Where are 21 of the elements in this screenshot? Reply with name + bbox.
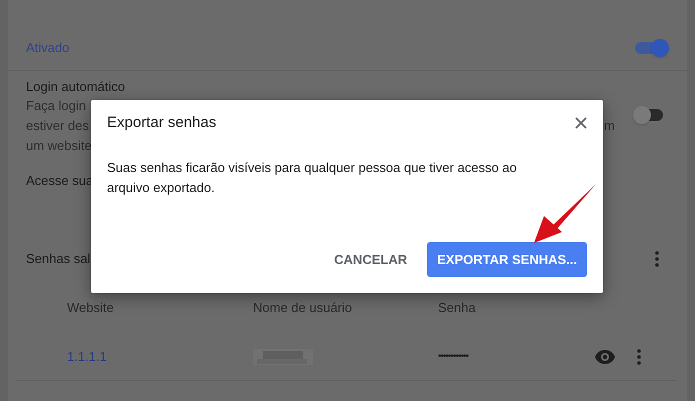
- setting-description: estiver des: [26, 117, 89, 135]
- dialog-title: Exportar senhas: [107, 112, 216, 133]
- export-button[interactable]: EXPORTAR SENHAS...: [427, 242, 587, 277]
- more-icon[interactable]: [637, 348, 641, 364]
- toggle-switch[interactable]: [635, 38, 669, 58]
- password-value: ••••••••••••: [438, 350, 470, 364]
- setting-description: um website: [26, 137, 92, 155]
- website-link[interactable]: 1.1.1.1: [67, 346, 253, 366]
- section-heading: Senhas sal: [26, 250, 90, 268]
- column-header: Nome de usuário: [253, 299, 353, 318]
- setting-title: Login automático: [26, 78, 126, 96]
- enabled-label: Ativado: [26, 39, 70, 58]
- setting-description: Faça login: [26, 97, 86, 115]
- close-icon[interactable]: [575, 117, 587, 129]
- eye-icon[interactable]: [595, 350, 615, 364]
- setting-description: m: [604, 117, 615, 135]
- column-header: Website: [67, 299, 115, 318]
- cancel-button[interactable]: CANCELAR: [326, 242, 416, 277]
- more-icon[interactable]: [655, 251, 659, 267]
- column-header: Senha: [438, 299, 477, 318]
- dialog-message: Suas senhas ficarão visíveis para qualquer pessoa que tiver acesso ao arquivo exportado.: [106, 159, 518, 197]
